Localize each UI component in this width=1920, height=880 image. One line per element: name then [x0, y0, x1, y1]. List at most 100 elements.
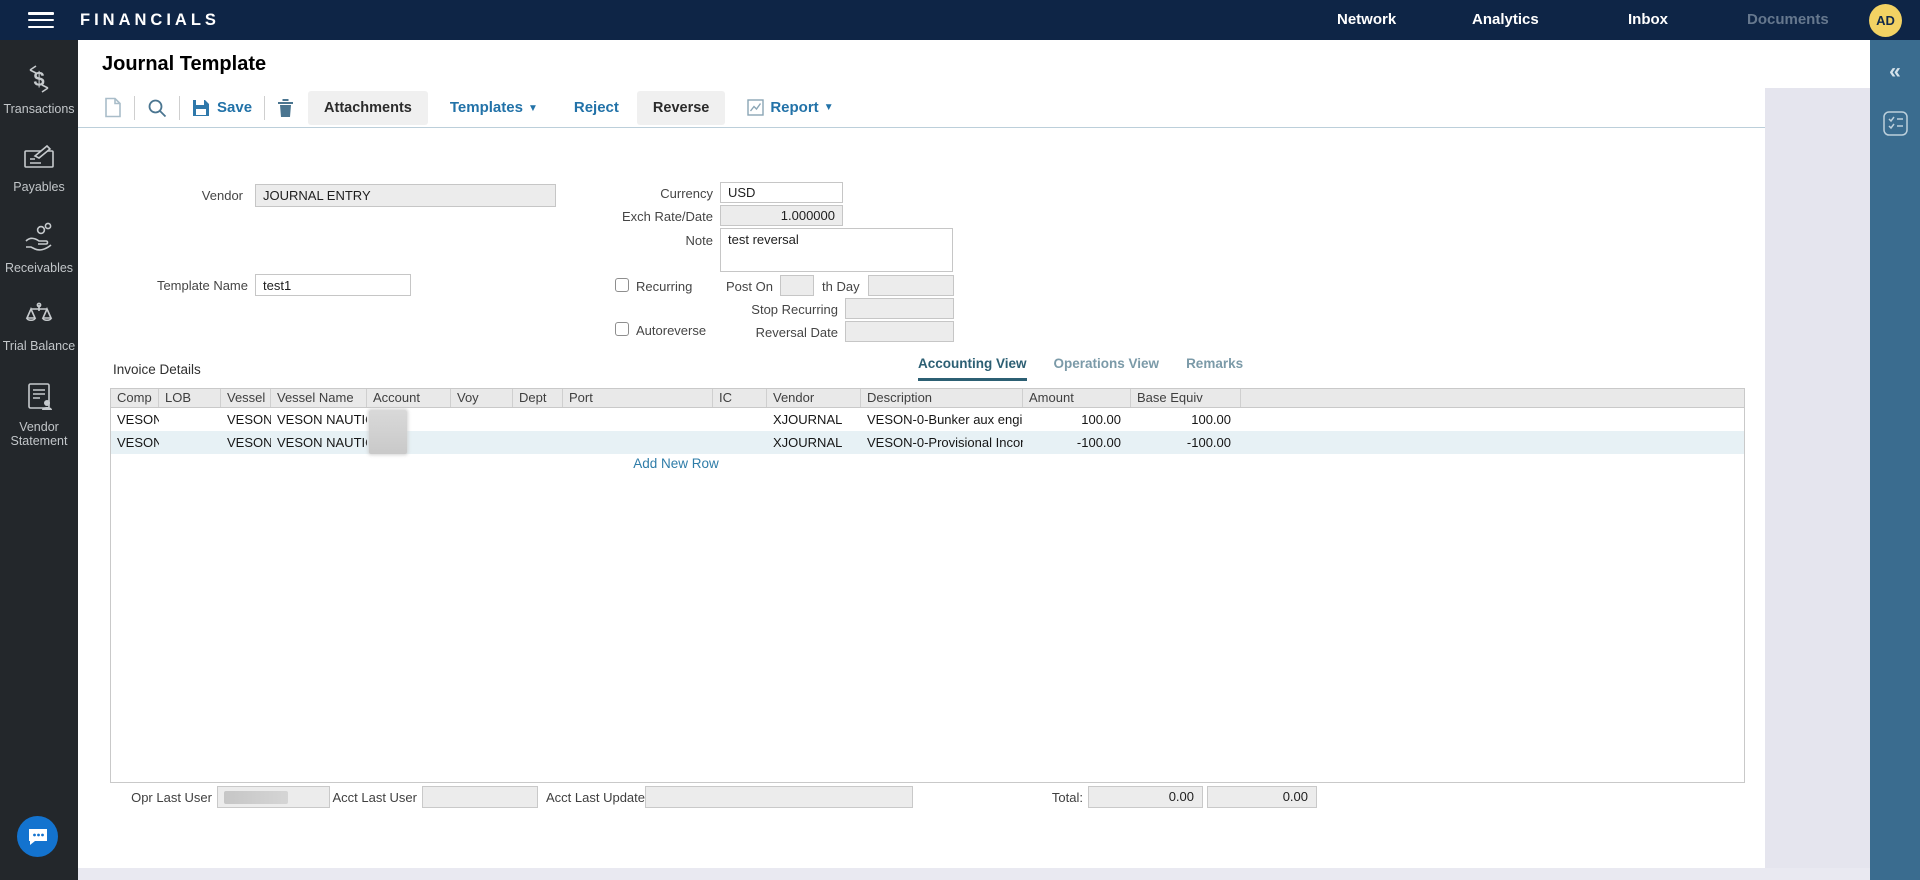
col-lob: LOB — [159, 389, 221, 407]
invoice-details-table: Comp LOB Vessel Vessel Name Account Voy … — [110, 388, 1745, 783]
reversal-date-field[interactable] — [845, 321, 954, 342]
reversal-date-label: Reversal Date — [678, 325, 838, 340]
table-row[interactable]: VESON VESON VESON NAUTICAL XJOURNAL VESO… — [111, 431, 1744, 454]
avatar[interactable]: AD — [1869, 4, 1902, 37]
col-port: Port — [563, 389, 713, 407]
col-vessel: Vessel — [221, 389, 271, 407]
receivables-icon — [21, 221, 57, 261]
table-row[interactable]: VESON VESON VESON NAUTICAL XJOURNAL VESO… — [111, 408, 1744, 431]
main-content: Journal Template Save — [78, 40, 1870, 880]
col-vessel-name: Vessel Name — [271, 389, 367, 407]
recurring-label: Recurring — [636, 279, 692, 294]
hamburger-menu-icon[interactable] — [28, 12, 54, 29]
sidebar-item-transactions[interactable]: $ Transactions — [0, 62, 78, 116]
col-voy: Voy — [451, 389, 513, 407]
new-document-icon[interactable] — [104, 97, 122, 118]
delete-icon[interactable] — [277, 98, 294, 118]
nav-inbox[interactable]: Inbox — [1628, 11, 1668, 28]
left-sidebar: $ Transactions Payables — [0, 40, 78, 880]
col-ic: IC — [713, 389, 767, 407]
col-comp: Comp — [111, 389, 159, 407]
tab-remarks[interactable]: Remarks — [1186, 356, 1243, 381]
exch-rate-label: Exch Rate/Date — [578, 209, 713, 224]
chat-button[interactable] — [17, 816, 58, 857]
stop-recurring-field[interactable] — [845, 298, 954, 319]
vendor-label: Vendor — [133, 188, 243, 203]
search-icon[interactable] — [147, 98, 167, 118]
recurring-checkbox[interactable] — [615, 278, 629, 292]
sidebar-item-receivables[interactable]: Receivables — [0, 221, 78, 275]
note-label: Note — [578, 233, 713, 248]
col-vendor: Vendor — [767, 389, 861, 407]
post-on-label: Post On — [726, 279, 774, 294]
sidebar-label: Trial Balance — [3, 339, 76, 353]
report-chart-icon — [747, 99, 764, 116]
redacted-user-value — [224, 791, 288, 804]
chevron-down-icon: ▼ — [528, 103, 538, 114]
nav-analytics[interactable]: Analytics — [1472, 11, 1539, 28]
sidebar-item-trial-balance[interactable]: Trial Balance — [0, 301, 78, 353]
sidebar-label: Vendor Statement — [0, 420, 78, 449]
app-window: FINANCIALS Network Analytics Inbox Docum… — [0, 0, 1920, 880]
sidebar-label: Transactions — [3, 102, 74, 116]
template-name-field[interactable] — [255, 274, 411, 296]
sidebar-item-vendor-statement[interactable]: Vendor Statement — [0, 380, 78, 449]
col-amount: Amount — [1023, 389, 1131, 407]
post-on-field[interactable] — [780, 275, 814, 296]
right-gutter — [1765, 88, 1870, 868]
col-dept: Dept — [513, 389, 563, 407]
total-label: Total: — [978, 790, 1083, 805]
col-account: Account — [367, 389, 451, 407]
report-dropdown[interactable]: Report ▼ — [747, 99, 833, 116]
autoreverse-checkbox[interactable] — [615, 322, 629, 336]
invoice-details-label: Invoice Details — [113, 362, 201, 377]
acct-last-update-label: Acct Last Update — [546, 790, 640, 805]
vendor-statement-icon — [22, 380, 56, 420]
vendor-field[interactable] — [255, 184, 556, 207]
reject-button[interactable]: Reject — [574, 99, 619, 116]
right-panel: « — [1870, 40, 1920, 880]
transactions-icon: $ — [22, 62, 56, 102]
currency-label: Currency — [578, 186, 713, 201]
save-icon — [192, 99, 210, 117]
tab-accounting-view[interactable]: Accounting View — [918, 356, 1027, 381]
th-day-label: th Day — [822, 279, 864, 294]
toolbar: Save Attachments Templates▼ Reject Rever… — [78, 88, 1765, 128]
payables-icon — [21, 142, 57, 180]
collapse-panel-icon[interactable]: « — [1889, 60, 1901, 84]
trial-balance-icon — [21, 301, 57, 339]
tab-operations-view[interactable]: Operations View — [1054, 356, 1160, 381]
acct-last-user-label: Acct Last User — [308, 790, 417, 805]
templates-dropdown[interactable]: Templates▼ — [450, 99, 538, 116]
opr-last-user-label: Opr Last User — [100, 790, 212, 805]
col-base-equiv: Base Equiv — [1131, 389, 1241, 407]
sidebar-label: Receivables — [5, 261, 73, 275]
redacted-account-value — [369, 410, 407, 454]
reverse-button[interactable]: Reverse — [637, 91, 725, 125]
currency-field[interactable] — [720, 182, 843, 203]
col-description: Description — [861, 389, 1023, 407]
chevron-down-icon: ▼ — [824, 102, 834, 113]
task-list-icon[interactable] — [1882, 110, 1909, 142]
nav-documents[interactable]: Documents — [1747, 11, 1829, 28]
attachments-button[interactable]: Attachments — [308, 91, 428, 125]
stop-recurring-label: Stop Recurring — [678, 302, 838, 317]
save-button[interactable]: Save — [192, 99, 252, 117]
brand-logo: FINANCIALS — [80, 11, 220, 30]
table-header: Comp LOB Vessel Vessel Name Account Voy … — [111, 389, 1744, 408]
top-bar: FINANCIALS Network Analytics Inbox Docum… — [0, 0, 1920, 40]
exch-rate-field[interactable] — [720, 205, 843, 226]
note-field[interactable]: test reversal — [720, 228, 953, 272]
add-new-row-link[interactable]: Add New Row — [111, 456, 1241, 471]
horizontal-scrollbar[interactable] — [78, 868, 1870, 880]
nav-network[interactable]: Network — [1337, 11, 1396, 28]
save-label: Save — [217, 99, 252, 116]
sidebar-label: Payables — [13, 180, 64, 194]
chat-bubble-icon — [27, 827, 49, 847]
acct-last-user-field[interactable] — [422, 786, 538, 808]
acct-last-update-field[interactable] — [645, 786, 913, 808]
th-day-field[interactable] — [868, 275, 954, 296]
total-amount-field: 0.00 — [1088, 786, 1203, 808]
sidebar-item-payables[interactable]: Payables — [0, 142, 78, 194]
template-name-label: Template Name — [138, 278, 248, 293]
